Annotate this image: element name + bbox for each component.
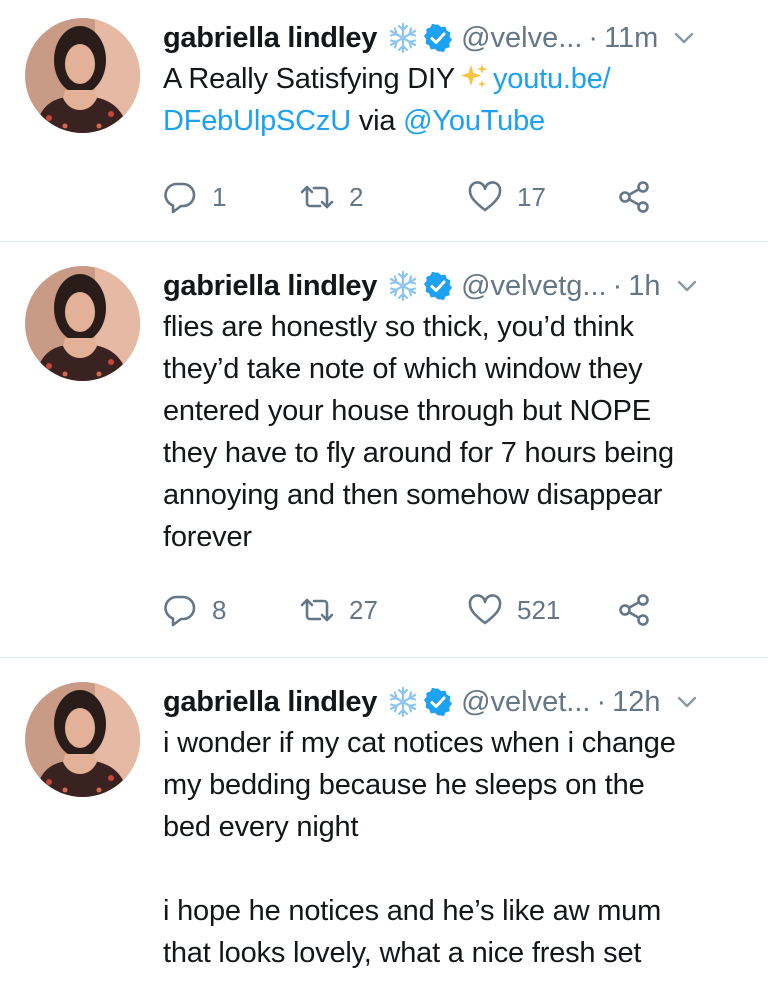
tweet-link-continued[interactable]: DFebUlpSCzU [163, 105, 351, 137]
tweet-card[interactable]: gabriella lindley @velve... · 11m A Real… [0, 0, 768, 242]
like-icon [467, 179, 503, 215]
tweet-line: my bedding because he sleeps on the [163, 769, 645, 801]
retweet-button[interactable]: 27 [299, 590, 378, 630]
timestamp[interactable]: 1h [628, 270, 660, 303]
display-name[interactable]: gabriella lindley [163, 686, 377, 719]
tweet-line: bed every night [163, 811, 359, 843]
tweet-header: gabriella lindley @velve... · 11m [163, 16, 753, 60]
avatar[interactable] [25, 266, 140, 381]
separator-dot: · [612, 269, 623, 302]
user-handle[interactable]: @velvetg... [461, 270, 607, 303]
tweet-line: i wonder if my cat notices when i change [163, 727, 676, 759]
retweet-button[interactable]: 2 [299, 177, 363, 217]
reply-icon [162, 592, 198, 628]
avatar[interactable] [25, 682, 140, 797]
retweet-count: 27 [349, 594, 378, 625]
tweet-line: they have to fly around for 7 hours bein… [163, 437, 674, 469]
tweet-actions: 8 27 521 [162, 590, 722, 630]
tweet-actions: 1 2 17 [162, 177, 722, 217]
retweet-count: 2 [349, 181, 364, 212]
snowflake-icon [387, 686, 419, 718]
tweet-text: i wonder if my cat notices when i change… [163, 722, 753, 974]
reply-button[interactable]: 8 [162, 590, 226, 630]
reply-count: 1 [212, 181, 227, 212]
tweet-header: gabriella lindley @velvetg... · 1h [163, 264, 753, 308]
avatar[interactable] [25, 18, 140, 133]
tweet-line: they’d take note of which window they [163, 353, 643, 385]
retweet-icon [299, 592, 335, 628]
verified-badge-icon [423, 23, 453, 53]
tweet-line: flies are honestly so thick, you’d think [163, 311, 634, 343]
snowflake-icon [387, 270, 419, 302]
chevron-down-icon[interactable] [675, 274, 699, 298]
tweet-line: entered your house through but NOPE [163, 395, 651, 427]
tweet-line: annoying and then somehow disappear [163, 479, 663, 511]
share-icon [616, 179, 652, 215]
reply-button[interactable]: 1 [162, 177, 226, 217]
tweet-card[interactable]: gabriella lindley @velvetg... · 1h flies… [0, 242, 768, 658]
tweet-text-segment: A Really Satisfying DIY [163, 63, 455, 95]
like-count: 17 [517, 181, 546, 212]
reply-icon [162, 179, 198, 215]
snowflake-icon [387, 22, 419, 54]
user-handle[interactable]: @velve... [461, 22, 582, 55]
tweet-text-segment: via [358, 105, 396, 137]
share-button[interactable] [616, 177, 652, 217]
like-button[interactable]: 521 [467, 590, 560, 630]
tweet-link[interactable]: youtu.be/ [493, 63, 611, 95]
share-button[interactable] [616, 590, 652, 630]
timestamp[interactable]: 11m [604, 22, 658, 55]
tweet-text: A Really Satisfying DIY youtu.be/ DFebUlp… [163, 58, 753, 142]
chevron-down-icon[interactable] [675, 690, 699, 714]
like-icon [467, 592, 503, 628]
tweet-text: flies are honestly so thick, you’d think… [163, 306, 753, 558]
tweet-line: that looks lovely, what a nice fresh set [163, 937, 642, 969]
tweet-header: gabriella lindley @velvet... · 12h [163, 680, 753, 724]
retweet-icon [299, 179, 335, 215]
share-icon [616, 592, 652, 628]
like-button[interactable]: 17 [467, 177, 546, 217]
tweet-line: i hope he notices and he’s like aw mum [163, 895, 662, 927]
tweet-card[interactable]: gabriella lindley @velvet... · 12h i won… [0, 658, 768, 997]
mention-link[interactable]: @YouTube [403, 105, 545, 137]
separator-dot: · [588, 21, 599, 54]
tweet-line: forever [163, 521, 252, 553]
verified-badge-icon [423, 271, 453, 301]
separator-dot: · [596, 685, 607, 718]
display-name[interactable]: gabriella lindley [163, 22, 377, 55]
chevron-down-icon[interactable] [672, 26, 696, 50]
timestamp[interactable]: 12h [612, 686, 660, 719]
like-count: 521 [517, 594, 561, 625]
sparkles-icon [459, 62, 489, 92]
reply-count: 8 [212, 594, 227, 625]
display-name[interactable]: gabriella lindley [163, 270, 377, 303]
user-handle[interactable]: @velvet... [461, 686, 590, 719]
verified-badge-icon [423, 687, 453, 717]
